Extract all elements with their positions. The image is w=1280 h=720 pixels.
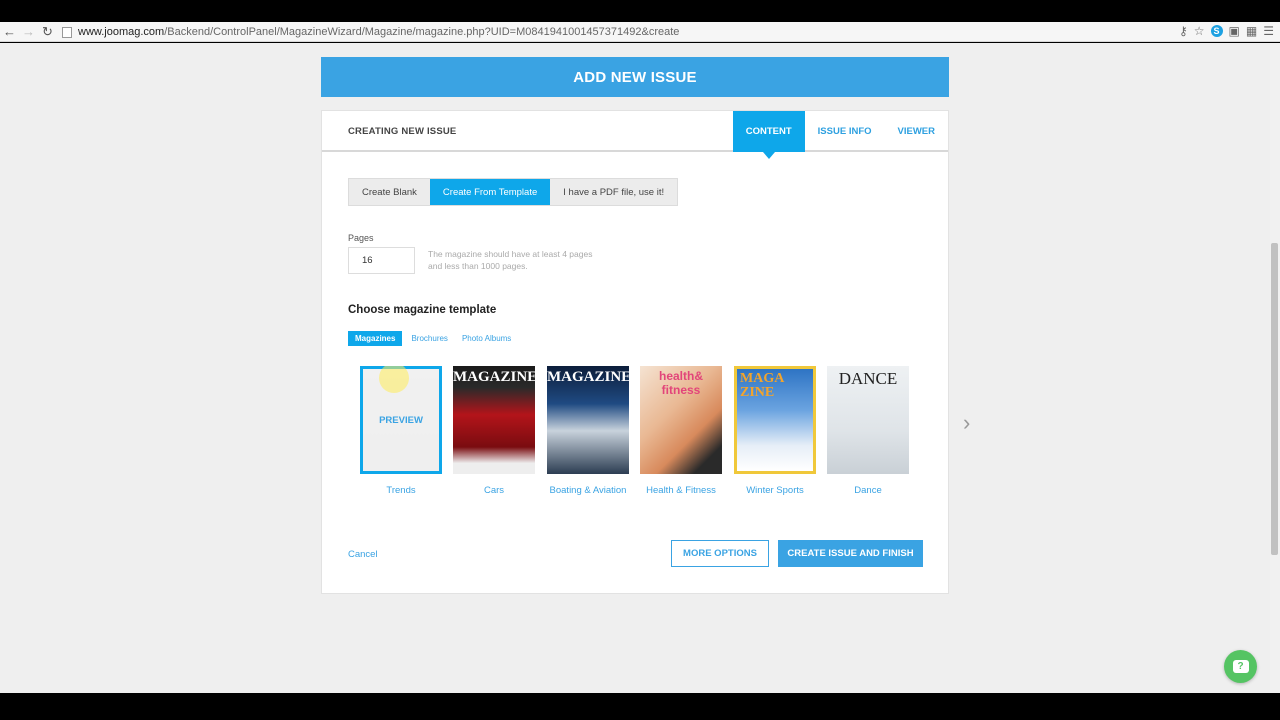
tab-content[interactable]: CONTENT: [732, 111, 805, 159]
template-name[interactable]: Health & Fitness: [640, 485, 722, 496]
creation-mode-toggle: Create Blank Create From Template I have…: [348, 178, 679, 206]
cover-title: health& fitness: [658, 369, 703, 397]
scrollbar[interactable]: [1270, 43, 1280, 693]
template-card-cars[interactable]: MAGAZINE Cars: [453, 366, 535, 496]
panel-title: CREATING NEW ISSUE: [348, 126, 457, 137]
template-name[interactable]: Dance: [827, 485, 909, 496]
template-card-trends[interactable]: PREVIEW Trends: [360, 366, 442, 496]
cover-title: MAGAZINE: [547, 369, 629, 385]
reload-icon[interactable]: ↻: [38, 23, 57, 41]
chat-support-button[interactable]: ?: [1224, 650, 1257, 683]
template-cover[interactable]: MAGAZINE: [453, 366, 535, 474]
page-viewport: ADD NEW ISSUE CREATING NEW ISSUE CONTENT…: [0, 43, 1280, 693]
template-section-title: Choose magazine template: [348, 304, 497, 316]
key-icon[interactable]: ⚷: [1179, 24, 1188, 38]
template-name[interactable]: Winter Sports: [734, 485, 816, 496]
page-title: ADD NEW ISSUE: [321, 57, 949, 97]
template-cover[interactable]: health& fitness: [640, 366, 722, 474]
cover-title: MAGA ZINE: [740, 371, 784, 400]
pages-hint: The magazine should have at least 4 page…: [428, 249, 593, 271]
category-tab-photo-albums[interactable]: Photo Albums: [457, 332, 516, 345]
menu-icon[interactable]: ☰: [1263, 24, 1274, 38]
template-card-health[interactable]: health& fitness Health & Fitness: [640, 366, 722, 496]
tab-viewer[interactable]: VIEWER: [885, 111, 948, 152]
template-carousel: PREVIEW Trends MAGAZINE Cars MAGAZINE Bo…: [360, 366, 970, 506]
page-icon: [62, 26, 72, 38]
cover-title: DANCE: [838, 369, 898, 388]
url-host: www.joomag.com: [78, 26, 165, 38]
cover-title: MAGAZINE: [453, 369, 535, 385]
wizard-panel: CREATING NEW ISSUE CONTENT ISSUE INFO VI…: [321, 110, 970, 594]
template-cover[interactable]: PREVIEW: [360, 366, 442, 474]
category-tab-brochures[interactable]: Brochures: [406, 332, 452, 345]
url-path: /Backend/ControlPanel/MagazineWizard/Mag…: [164, 26, 680, 38]
cancel-link[interactable]: Cancel: [348, 549, 378, 560]
template-cover[interactable]: DANCE: [827, 366, 909, 474]
create-blank-button[interactable]: Create Blank: [349, 179, 430, 205]
star-icon[interactable]: ☆: [1194, 24, 1205, 38]
template-name[interactable]: Trends: [360, 485, 442, 496]
forward-arrow-icon[interactable]: →: [19, 23, 38, 41]
template-category-tabs: Magazines Brochures Photo Albums: [348, 331, 520, 346]
template-card-boating[interactable]: MAGAZINE Boating & Aviation: [547, 366, 629, 496]
chat-icon: ?: [1232, 660, 1249, 673]
category-tab-magazines[interactable]: Magazines: [348, 331, 403, 346]
pages-input[interactable]: [348, 247, 415, 274]
create-from-template-button[interactable]: Create From Template: [429, 179, 551, 205]
address-bar[interactable]: www.joomag.com/Backend/ControlPanel/Maga…: [62, 24, 1182, 40]
template-name[interactable]: Boating & Aviation: [547, 485, 629, 496]
carousel-next-icon[interactable]: ›: [963, 410, 970, 436]
use-pdf-button[interactable]: I have a PDF file, use it!: [550, 179, 678, 205]
extension-icon-2[interactable]: ▦: [1246, 24, 1257, 38]
panel-header: CREATING NEW ISSUE CONTENT ISSUE INFO VI…: [322, 111, 948, 159]
template-cover[interactable]: MAGA ZINE: [734, 366, 816, 474]
pages-label: Pages: [348, 233, 374, 243]
more-options-button[interactable]: MORE OPTIONS: [671, 540, 769, 567]
template-card-dance[interactable]: DANCE Dance: [827, 366, 909, 496]
scrollbar-thumb[interactable]: [1271, 243, 1278, 555]
browser-toolbar: ← → ↻ www.joomag.com/Backend/ControlPane…: [0, 22, 1280, 42]
extension-icon[interactable]: ▣: [1229, 24, 1240, 38]
template-cover[interactable]: MAGAZINE: [547, 366, 629, 474]
template-name[interactable]: Cars: [453, 485, 535, 496]
back-arrow-icon[interactable]: ←: [0, 23, 19, 41]
template-card-winter[interactable]: MAGA ZINE Winter Sports: [734, 366, 816, 496]
preview-label: PREVIEW: [379, 414, 423, 426]
tab-issue-info[interactable]: ISSUE INFO: [805, 111, 885, 152]
skype-icon[interactable]: S: [1210, 25, 1223, 37]
wizard-tabs: CONTENT ISSUE INFO VIEWER: [732, 111, 948, 159]
create-issue-finish-button[interactable]: CREATE ISSUE AND FINISH: [778, 540, 923, 567]
